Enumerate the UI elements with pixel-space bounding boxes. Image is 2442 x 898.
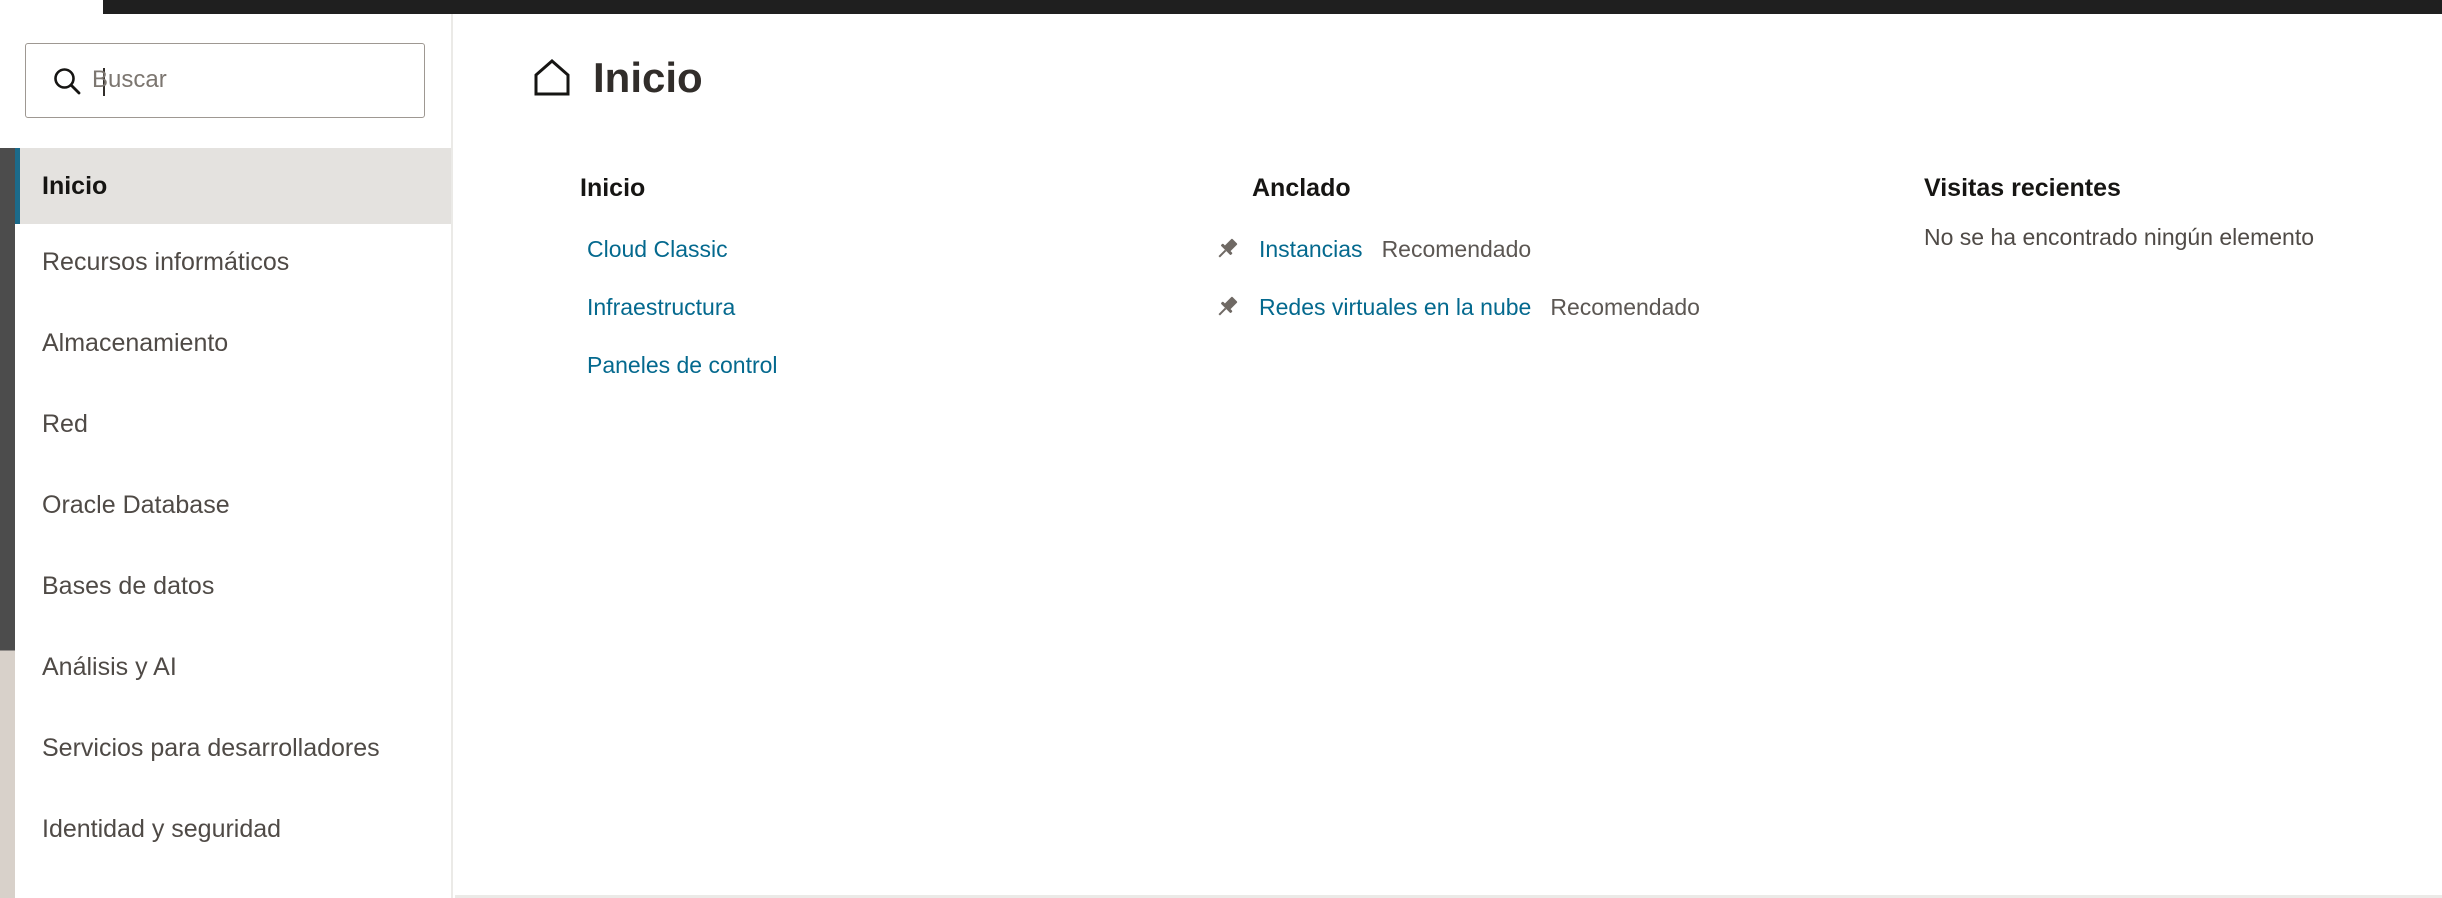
search-input[interactable]: [92, 56, 412, 104]
search-box[interactable]: [25, 43, 425, 118]
recientes-column: Visitas recientes No se ha encontrado ni…: [1924, 174, 2314, 251]
sidebar-item-almacenamiento[interactable]: Almacenamiento: [15, 305, 451, 386]
inicio-heading: Inicio: [580, 174, 646, 202]
pin-icon[interactable]: [1214, 236, 1240, 262]
pin-icon[interactable]: [1214, 294, 1240, 320]
sidebar-item-recursos-informaticos[interactable]: Recursos informáticos: [15, 224, 451, 305]
sidebar-nav: Inicio Recursos informáticos Almacenamie…: [15, 148, 451, 872]
topbar-left-blank: [0, 0, 103, 14]
link-cloud-classic[interactable]: Cloud Classic: [587, 236, 728, 263]
search-icon: [54, 68, 81, 95]
link-instancias[interactable]: Instancias: [1259, 236, 1363, 263]
left-edge-strip: [0, 148, 15, 898]
recomendado-tag: Recomendado: [1381, 236, 1532, 262]
sidebar-item-analisis-ai[interactable]: Análisis y AI: [15, 629, 451, 710]
page-title: Inicio: [593, 54, 703, 101]
inicio-column: Inicio Cloud Classic Infraestructura Pan…: [580, 174, 778, 410]
link-infraestructura[interactable]: Infraestructura: [587, 294, 735, 321]
anclado-column: Anclado Instancias Recomendado Redes vir…: [1218, 174, 1700, 352]
sidebar-item-inicio[interactable]: Inicio: [15, 148, 451, 224]
home-icon: [534, 59, 570, 96]
sidebar-item-identidad-seguridad[interactable]: Identidad y seguridad: [15, 791, 451, 872]
sidebar-item-oracle-database[interactable]: Oracle Database: [15, 467, 451, 548]
link-redes-virtuales[interactable]: Redes virtuales en la nube: [1259, 294, 1531, 321]
main-content: Inicio Inicio Cloud Classic Infraestruct…: [455, 14, 2442, 898]
top-bar: [103, 0, 2442, 14]
sidebar-item-red[interactable]: Red: [15, 386, 451, 467]
anclado-heading: Anclado: [1252, 174, 1351, 202]
sidebar: Inicio Recursos informáticos Almacenamie…: [15, 14, 453, 898]
recientes-empty-message: No se ha encontrado ningún elemento: [1924, 224, 2315, 250]
sidebar-item-servicios-desarrolladores[interactable]: Servicios para desarrolladores: [15, 710, 451, 791]
sidebar-item-bases-de-datos[interactable]: Bases de datos: [15, 548, 451, 629]
link-paneles-de-control[interactable]: Paneles de control: [587, 352, 778, 379]
recientes-heading: Visitas recientes: [1924, 174, 2121, 202]
recomendado-tag: Recomendado: [1550, 294, 1700, 320]
